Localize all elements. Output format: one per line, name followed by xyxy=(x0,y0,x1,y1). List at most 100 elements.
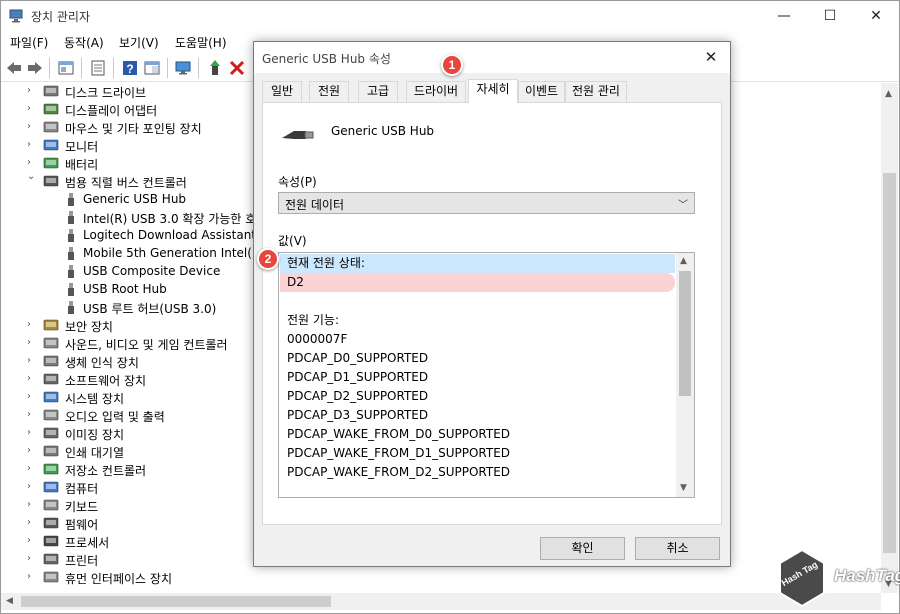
tree-item-label: 인쇄 대기열 xyxy=(65,446,125,460)
tab-advanced[interactable]: 고급 xyxy=(358,81,398,102)
chevron-right-icon[interactable]: › xyxy=(27,391,37,402)
list-item[interactable]: PDCAP_D0_SUPPORTED xyxy=(280,349,675,368)
menu-view[interactable]: 보기(V) xyxy=(119,34,159,51)
scroll-up-icon[interactable]: ▲ xyxy=(885,89,892,99)
cancel-button[interactable]: 취소 xyxy=(635,537,720,560)
chevron-right-icon[interactable]: › xyxy=(27,337,37,348)
list-item[interactable]: 전원 기능: xyxy=(280,311,675,330)
back-arrow-icon[interactable] xyxy=(5,59,23,77)
help-icon[interactable]: ? xyxy=(121,59,139,77)
update-driver-icon[interactable] xyxy=(206,59,224,77)
tab-power[interactable]: 전원 xyxy=(309,81,349,102)
chevron-right-icon[interactable]: › xyxy=(27,319,37,330)
main-vertical-scrollbar[interactable]: ▲ ▼ xyxy=(881,83,898,593)
menu-help[interactable]: 도움말(H) xyxy=(175,34,227,51)
chevron-down-icon[interactable]: ⌄ xyxy=(27,171,37,182)
list-item[interactable]: PDCAP_D1_SUPPORTED xyxy=(280,368,675,387)
list-item[interactable]: D2 xyxy=(280,273,675,292)
forward-arrow-icon[interactable] xyxy=(26,59,44,77)
value-listbox[interactable]: 현재 전원 상태: D2 전원 기능: 0000007F PDCAP_D0_SU… xyxy=(278,252,695,498)
software-device-icon xyxy=(43,373,59,385)
minimize-button[interactable]: — xyxy=(761,1,807,31)
list-item[interactable] xyxy=(280,292,675,311)
scroll-thumb[interactable] xyxy=(679,271,691,396)
maximize-button[interactable]: ☐ xyxy=(807,1,853,31)
chevron-right-icon[interactable]: › xyxy=(27,121,37,132)
chevron-right-icon[interactable]: › xyxy=(27,85,37,96)
mouse-icon xyxy=(43,121,59,133)
hashtag-watermark: Hash Tag HashTag xyxy=(776,548,900,608)
hid-icon xyxy=(43,571,59,583)
storage-controller-icon xyxy=(43,463,59,475)
chevron-right-icon[interactable]: › xyxy=(27,553,37,564)
chevron-right-icon[interactable]: › xyxy=(27,535,37,546)
tab-general[interactable]: 일반 xyxy=(262,81,302,102)
svg-text:?: ? xyxy=(126,62,133,76)
tree-item-label: 이미징 장치 xyxy=(65,428,125,442)
chevron-right-icon[interactable]: › xyxy=(27,103,37,114)
tree-item-label: Intel(R) USB 3.0 확장 가능한 호 xyxy=(83,212,257,226)
property-select[interactable]: 전원 데이터 ﹀ xyxy=(278,192,695,214)
tab-power-management[interactable]: 전원 관리 xyxy=(565,81,627,102)
list-item[interactable]: PDCAP_D2_SUPPORTED xyxy=(280,387,675,406)
tree-item-label: 컴퓨터 xyxy=(65,482,99,496)
toolbar-separator xyxy=(49,58,50,78)
chevron-right-icon[interactable]: › xyxy=(27,373,37,384)
title-bar: 장치 관리자 — ☐ ✕ xyxy=(1,1,899,31)
tree-item-label: 배터리 xyxy=(65,158,99,172)
list-item[interactable]: PDCAP_WAKE_FROM_D2_SUPPORTED xyxy=(280,463,675,482)
tab-events[interactable]: 이벤트 xyxy=(518,81,565,102)
listbox-scrollbar[interactable]: ▲ ▼ xyxy=(676,253,694,497)
scan-hardware-icon[interactable] xyxy=(174,59,192,77)
menu-file[interactable]: 파일(F) xyxy=(10,34,48,51)
tab-details[interactable]: 자세히 xyxy=(468,79,518,103)
chevron-right-icon[interactable]: › xyxy=(27,499,37,510)
chevron-right-icon[interactable]: › xyxy=(27,157,37,168)
usb-controller-icon xyxy=(43,175,59,187)
chevron-right-icon[interactable]: › xyxy=(27,517,37,528)
list-item[interactable]: PDCAP_WAKE_FROM_D0_SUPPORTED xyxy=(280,425,675,444)
toolbar-separator xyxy=(167,58,168,78)
menu-action[interactable]: 동작(A) xyxy=(64,34,104,51)
chevron-right-icon[interactable]: › xyxy=(27,139,37,150)
chevron-right-icon[interactable]: › xyxy=(27,427,37,438)
chevron-right-icon[interactable]: › xyxy=(27,409,37,420)
usb-plug-icon xyxy=(68,193,74,206)
device-properties-icon[interactable] xyxy=(89,59,107,77)
list-item[interactable]: 0000007F xyxy=(280,330,675,349)
device-manager-app-icon xyxy=(9,9,23,23)
chevron-right-icon[interactable]: › xyxy=(27,445,37,456)
tree-item-label: 펌웨어 xyxy=(65,518,99,532)
uninstall-icon[interactable] xyxy=(228,59,246,77)
computer-icon xyxy=(43,481,59,493)
list-item[interactable]: PDCAP_D3_SUPPORTED xyxy=(280,406,675,425)
properties-dialog: Generic USB Hub 속성 ✕ 일반 전원 고급 드라이버 자세히 이… xyxy=(253,41,731,567)
chevron-right-icon[interactable]: › xyxy=(27,355,37,366)
chevron-right-icon[interactable]: › xyxy=(27,571,37,582)
scroll-left-icon[interactable]: ◀ xyxy=(6,596,13,606)
tree-item-label: 보안 장치 xyxy=(65,320,113,334)
ok-button[interactable]: 확인 xyxy=(540,537,625,560)
sound-icon xyxy=(43,337,59,349)
dialog-close-button[interactable]: ✕ xyxy=(698,45,724,69)
scroll-up-icon[interactable]: ▲ xyxy=(680,256,687,266)
tree-item-label: USB 루트 허브(USB 3.0) xyxy=(83,302,217,316)
usb-plug-icon xyxy=(282,131,314,139)
tree-row[interactable]: › 휴먼 인터페이스 장치 xyxy=(1,569,301,587)
chevron-right-icon[interactable]: › xyxy=(27,463,37,474)
display-adapter-icon xyxy=(43,103,59,115)
close-button[interactable]: ✕ xyxy=(853,1,899,31)
chevron-right-icon[interactable]: › xyxy=(27,481,37,492)
tree-item-label: 사운드, 비디오 및 게임 컨트롤러 xyxy=(65,338,228,352)
list-item[interactable]: PDCAP_WAKE_FROM_D1_SUPPORTED xyxy=(280,444,675,463)
list-item[interactable]: 현재 전원 상태: xyxy=(280,254,675,273)
chevron-down-icon: ﹀ xyxy=(678,200,688,211)
security-device-icon xyxy=(43,319,59,331)
main-horizontal-scrollbar[interactable]: ◀ xyxy=(1,593,881,610)
properties-view-icon[interactable] xyxy=(57,59,75,77)
tab-driver[interactable]: 드라이버 xyxy=(406,81,466,102)
scroll-thumb[interactable] xyxy=(21,596,331,607)
scroll-thumb[interactable] xyxy=(883,173,896,553)
scroll-down-icon[interactable]: ▼ xyxy=(680,483,687,493)
view-pane-icon[interactable] xyxy=(143,59,161,77)
